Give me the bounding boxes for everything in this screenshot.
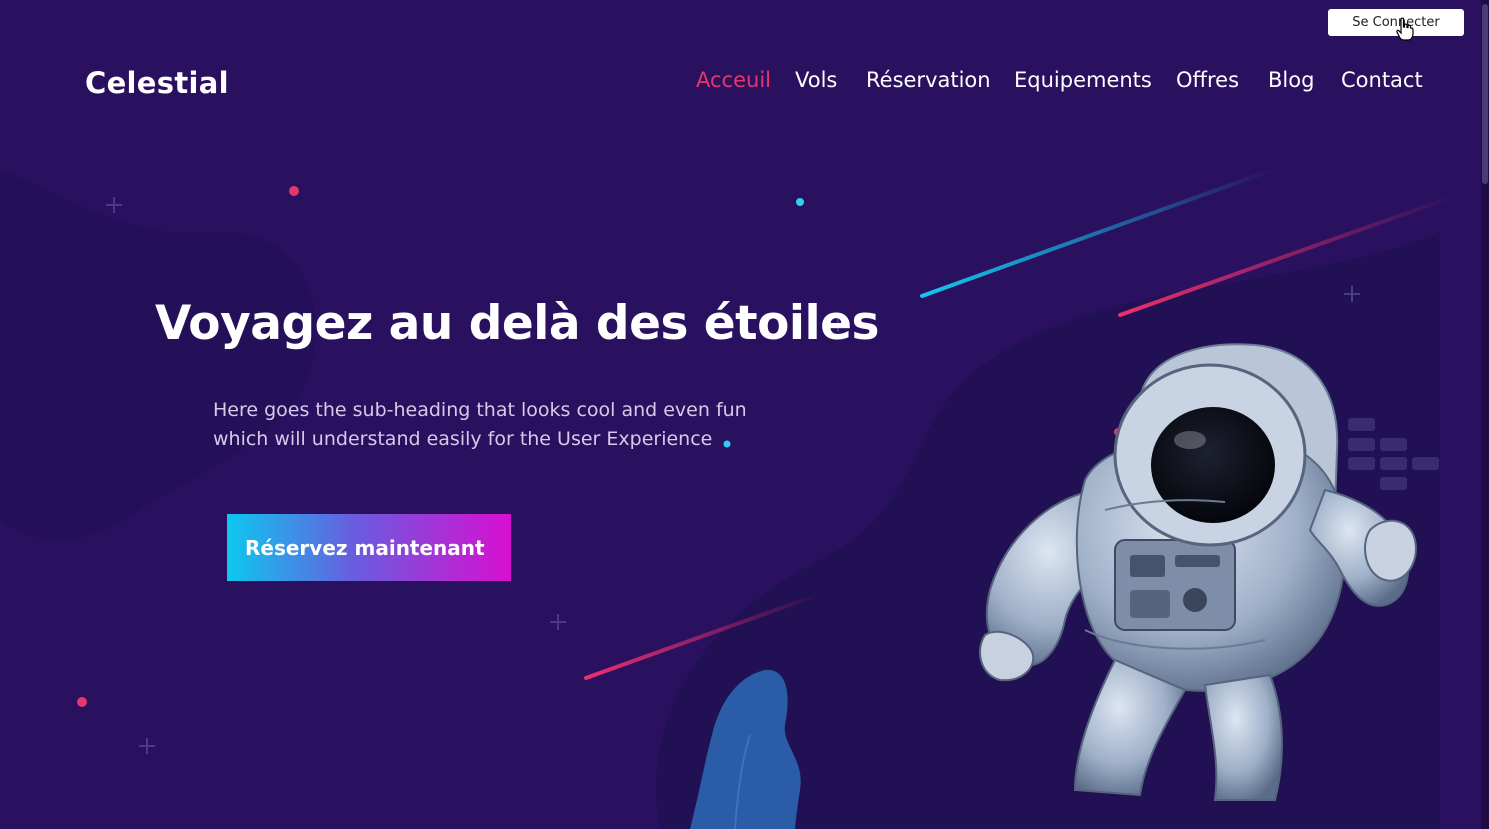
nav-item-vols[interactable]: Vols [795,68,837,92]
nav-item-contact[interactable]: Contact [1341,68,1423,92]
hero-title: Voyagez au delà des étoiles [155,296,880,351]
nav-item-blog[interactable]: Blog [1268,68,1314,92]
scrollbar-thumb[interactable] [1482,4,1488,184]
nav-item-offres[interactable]: Offres [1176,68,1239,92]
astronaut-illustration [979,343,1417,801]
hero-subtitle-line-2: which will understand easily for the Use… [213,428,713,450]
nav-item-reservation[interactable]: Réservation [866,68,991,92]
book-now-button[interactable]: Réservez maintenant [227,514,511,581]
nav-item-acceuil[interactable]: Acceuil [696,68,771,92]
hand-pointer-icon [1396,17,1414,41]
brand-logo[interactable]: Celestial [85,66,229,100]
nav-item-equipements[interactable]: Equipements [1014,68,1152,92]
hero-subtitle-line-1: Here goes the sub-heading that looks coo… [213,399,747,421]
hero-subtitle: Here goes the sub-heading that looks coo… [213,396,813,454]
